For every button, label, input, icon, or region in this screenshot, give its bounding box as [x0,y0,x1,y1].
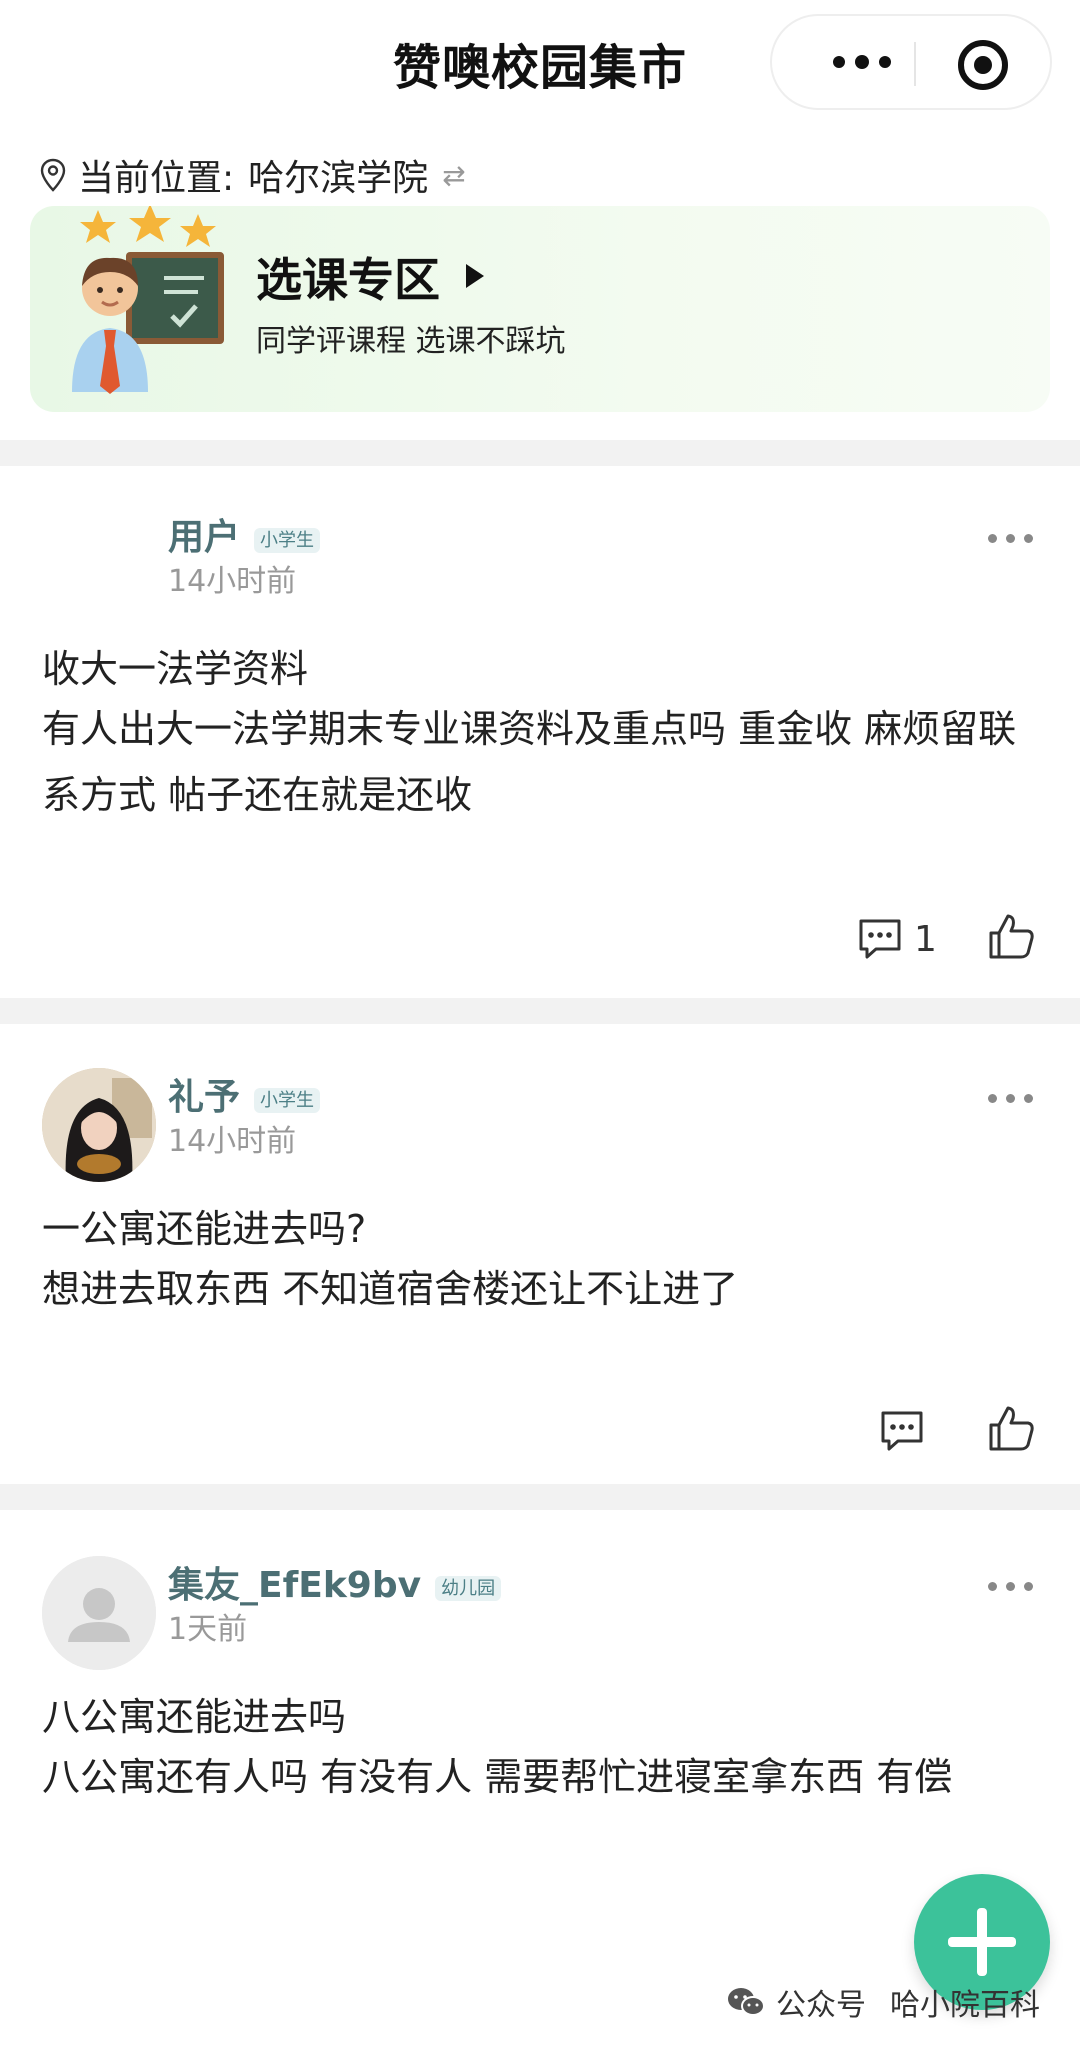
username-text: 用户 [168,517,241,558]
post-time: 1天前 [168,1612,248,1647]
comment-count: 1 [914,918,937,960]
more-options-icon[interactable] [988,1582,1033,1591]
username-text: 礼予 [168,1077,241,1118]
watermark-name: 哈小院百科 [890,1988,1040,2023]
post-username[interactable]: 用户 小学生 [168,508,321,560]
watermark: 公众号 哈小院百科 [726,1980,1040,2024]
close-miniprogram-icon[interactable] [958,40,1008,90]
post-card[interactable]: 用户 小学生 14小时前 收大一法学资料 有人出大一法学期末专业课资料及重点吗 重… [0,466,1080,998]
post-body: 想进去取东西 不知道宿舍楼还让不让进了 [42,1267,739,1311]
comment-icon [881,1411,923,1451]
user-level-badge: 幼儿园 [435,1576,502,1601]
post-title: 收大一法学资料 [42,647,309,691]
post-title: 八公寓还能进去吗 [42,1695,347,1739]
more-options-icon[interactable] [988,1094,1033,1103]
more-options-icon[interactable] [988,534,1033,543]
default-avatar-icon [42,1556,156,1670]
avatar-photo-icon [42,1068,156,1182]
comment-button[interactable] [878,1408,926,1454]
banner-subtitle: 同学评课程 选课不踩坑 [256,324,566,359]
like-icon[interactable] [986,1404,1036,1454]
nav-bar: 赞噢校园集市 [0,0,1080,130]
post-body: 有人出大一法学期末专业课资料及重点吗 重金收 麻烦留联系方式 帖子还在就是还收 [42,707,1017,817]
like-icon[interactable] [986,912,1036,962]
section-divider [0,998,1080,1024]
section-divider [0,1484,1080,1510]
arrow-right-icon [466,264,484,288]
post-title: 一公寓还能进去吗? [42,1207,367,1251]
more-menu-icon[interactable] [812,40,912,84]
banner-title: 选课专区 [256,253,440,307]
user-level-badge: 小学生 [254,1088,321,1113]
location-pin-icon [40,158,66,192]
post-card[interactable]: 礼予 小学生 14小时前 一公寓还能进去吗? 想进去取东西 不知道宿舍楼还让不让进… [0,1024,1080,1510]
post-username[interactable]: 集友_EfEk9bv 幼儿园 [168,1556,502,1608]
user-level-badge: 小学生 [254,528,321,553]
post-username[interactable]: 礼予 小学生 [168,1068,321,1120]
post-body: 八公寓还有人吗 有没有人 需要帮忙进寝室拿东西 有偿 [42,1755,953,1799]
avatar[interactable] [42,1556,156,1670]
watermark-label: 公众号 [776,1988,866,2023]
comment-icon [859,919,901,959]
post-time: 14小时前 [168,564,297,599]
location-school: 哈尔滨学院 [248,158,429,199]
comment-button[interactable]: 1 [856,916,937,962]
location-label: 当前位置: [78,158,235,199]
wechat-icon [728,1988,765,2016]
swap-icon[interactable]: ⇄ [442,159,465,192]
course-selection-banner[interactable]: 选课专区 同学评课程 选课不踩坑 [30,206,1050,412]
capsule-divider [914,42,916,86]
avatar[interactable] [42,1068,156,1182]
location-bar[interactable]: 当前位置: 哈尔滨学院 ⇄ [40,150,466,200]
username-text: 集友_EfEk9bv [168,1565,422,1606]
miniprogram-capsule [770,14,1052,110]
teacher-illustration-icon [72,206,224,394]
section-divider [0,440,1080,466]
post-time: 14小时前 [168,1124,297,1159]
